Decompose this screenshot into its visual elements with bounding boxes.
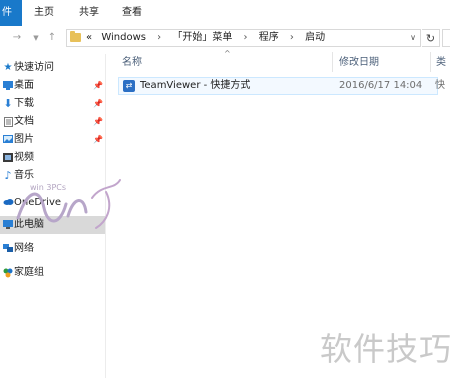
nav-item-quick-access[interactable]: ★ 快速访问: [0, 59, 105, 77]
column-divider[interactable]: [332, 52, 333, 72]
nav-label: 快速访问: [14, 62, 54, 73]
tab-share[interactable]: 共享: [79, 0, 99, 26]
nav-item-this-pc[interactable]: 此电脑: [0, 216, 105, 234]
folder-icon: [70, 31, 81, 42]
nav-item-documents[interactable]: 文档 📌: [0, 113, 105, 131]
tab-file[interactable]: 件: [0, 0, 22, 26]
nav-item-desktop[interactable]: 桌面 📌: [0, 77, 105, 95]
breadcrumb-item-programs[interactable]: 程序: [259, 32, 279, 43]
nav-label: 下载: [14, 98, 34, 109]
nav-label: 此电脑: [14, 219, 44, 230]
nav-label: 视频: [14, 152, 34, 163]
column-header-name[interactable]: 名称: [122, 50, 142, 74]
address-dropdown-icon[interactable]: ∨: [410, 30, 416, 46]
pin-icon[interactable]: 📌: [93, 113, 103, 131]
column-header-row: ^ 名称 修改日期 类: [106, 49, 450, 74]
picture-icon: [3, 135, 13, 145]
network-icon: [3, 244, 13, 254]
up-arrow-icon[interactable]: ↑: [46, 26, 58, 50]
music-icon: ♪: [4, 169, 12, 182]
desktop-icon: [3, 81, 13, 91]
breadcrumb-overflow[interactable]: «: [86, 32, 92, 43]
nav-item-pictures[interactable]: 图片 📌: [0, 131, 105, 149]
download-icon: ⬇: [3, 97, 13, 110]
sort-ascending-icon: ^: [224, 49, 231, 58]
file-row[interactable]: ⇄ TeamViewer - 快捷方式 2016/6/17 14:04 快: [118, 77, 445, 95]
nav-item-music[interactable]: ♪ 音乐: [0, 167, 105, 185]
nav-label: 家庭组: [14, 267, 44, 278]
nav-item-videos[interactable]: 视频: [0, 149, 105, 167]
address-row: → ▼ ↑ « Windows › 「开始」菜单 › 程序 › 启动 ∨ ↻: [0, 26, 450, 50]
cloud-icon: [3, 198, 14, 208]
column-header-type[interactable]: 类: [436, 50, 446, 74]
breadcrumb-item-startup[interactable]: 启动: [305, 32, 325, 43]
nav-label: 文档: [14, 116, 34, 127]
column-divider[interactable]: [430, 52, 431, 72]
breadcrumb-item-windows[interactable]: Windows: [101, 32, 146, 43]
document-icon: [3, 117, 13, 127]
breadcrumb-separator-icon[interactable]: ›: [244, 32, 248, 43]
pin-icon[interactable]: 📌: [93, 95, 103, 113]
nav-label: 图片: [14, 134, 34, 145]
breadcrumb-separator-icon[interactable]: ›: [290, 32, 294, 43]
file-type: 快: [435, 80, 445, 91]
nav-item-homegroup[interactable]: 家庭组: [0, 264, 105, 282]
breadcrumb-item-start-menu[interactable]: 「开始」菜单: [172, 32, 232, 43]
nav-item-downloads[interactable]: ⬇ 下载 📌: [0, 95, 105, 113]
nav-item-onedrive[interactable]: OneDrive: [0, 194, 105, 212]
address-bar[interactable]: « Windows › 「开始」菜单 › 程序 › 启动 ∨: [66, 29, 421, 47]
recent-locations-icon[interactable]: ▼: [31, 26, 41, 50]
nav-label: OneDrive: [14, 197, 62, 208]
pin-icon[interactable]: 📌: [93, 77, 103, 95]
file-name: TeamViewer - 快捷方式: [140, 80, 251, 91]
watermark-brand: 软件技巧: [320, 330, 450, 368]
breadcrumb: « Windows › 「开始」菜单 › 程序 › 启动: [86, 30, 325, 46]
nav-item-network[interactable]: 网络: [0, 240, 105, 258]
pin-icon[interactable]: 📌: [93, 131, 103, 149]
ribbon: 件 主页 共享 查看: [0, 0, 450, 27]
nav-label: 音乐: [14, 170, 34, 181]
nav-label: 网络: [14, 243, 34, 254]
homegroup-icon: [3, 268, 13, 278]
column-header-date[interactable]: 修改日期: [339, 50, 379, 74]
refresh-icon[interactable]: ↻: [422, 29, 440, 47]
tab-view[interactable]: 查看: [122, 0, 142, 26]
forward-arrow-icon[interactable]: →: [10, 26, 24, 50]
teamviewer-shortcut-icon: ⇄: [123, 80, 135, 92]
navigation-pane: ★ 快速访问 桌面 📌 ⬇ 下载 📌 文档 📌 图片 📌 视频 ♪ 音乐 One…: [0, 54, 106, 378]
search-box[interactable]: [442, 29, 450, 47]
file-date: 2016/6/17 14:04: [339, 80, 423, 91]
star-icon: ★: [3, 62, 13, 73]
nav-label: 桌面: [14, 80, 34, 91]
computer-icon: [3, 220, 13, 230]
tab-home[interactable]: 主页: [34, 0, 54, 26]
breadcrumb-separator-icon[interactable]: ›: [157, 32, 161, 43]
video-icon: [3, 153, 13, 163]
